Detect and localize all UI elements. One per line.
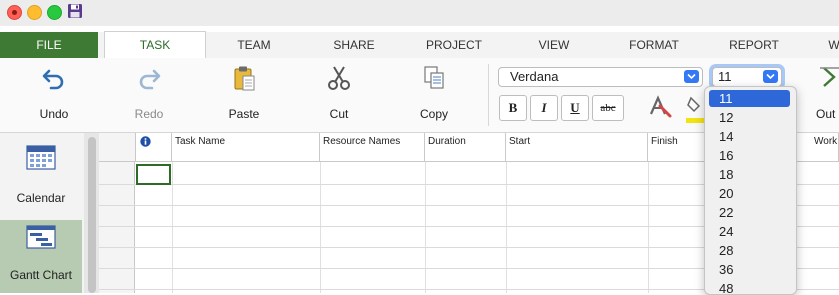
view-calendar-label: Calendar bbox=[16, 191, 66, 205]
outline-icon bbox=[820, 67, 839, 87]
close-window-button[interactable] bbox=[7, 5, 22, 20]
tab-file[interactable]: FILE bbox=[0, 32, 98, 58]
undo-label: Undo bbox=[39, 107, 69, 121]
tab-w[interactable]: W bbox=[804, 32, 839, 58]
column-header-resource-names[interactable]: Resource Names bbox=[320, 133, 425, 162]
italic-button[interactable]: I bbox=[530, 95, 558, 121]
tab-format[interactable]: FORMAT bbox=[604, 32, 704, 58]
tab-project[interactable]: PROJECT bbox=[404, 32, 504, 58]
font-size-option-24[interactable]: 24 bbox=[709, 223, 790, 240]
gantt-chart-icon bbox=[26, 225, 56, 249]
floppy-disk-icon[interactable] bbox=[67, 3, 83, 19]
column-divider bbox=[320, 162, 321, 293]
font-size-option-12[interactable]: 12 bbox=[709, 109, 790, 126]
font-size-option-14[interactable]: 14 bbox=[709, 128, 790, 145]
font-size-option-16[interactable]: 16 bbox=[709, 147, 790, 164]
select-all-corner[interactable] bbox=[99, 133, 136, 162]
view-gantt-chart-label: Gantt Chart bbox=[9, 268, 73, 282]
column-header-start[interactable]: Start bbox=[506, 133, 648, 162]
column-divider bbox=[172, 162, 173, 293]
selected-cell[interactable] bbox=[136, 164, 171, 185]
font-size-value: 11 bbox=[718, 69, 732, 84]
font-size-option-20[interactable]: 20 bbox=[709, 185, 790, 202]
outline-label: Out bbox=[816, 107, 836, 121]
calendar-icon bbox=[26, 145, 56, 170]
highlight-color-icon[interactable] bbox=[686, 94, 706, 124]
column-header-work[interactable]: Work bbox=[794, 133, 839, 162]
font-size-select[interactable]: 11 bbox=[712, 67, 782, 87]
zoom-window-button[interactable] bbox=[47, 5, 62, 20]
paste-button[interactable]: Paste bbox=[204, 58, 284, 128]
minimize-window-button[interactable] bbox=[27, 5, 42, 20]
bold-button[interactable]: B bbox=[499, 95, 527, 121]
font-size-option-28[interactable]: 28 bbox=[709, 242, 790, 259]
font-name-select[interactable]: Verdana bbox=[498, 67, 703, 87]
indicators-column-header[interactable] bbox=[136, 133, 172, 162]
copy-label: Copy bbox=[419, 107, 448, 121]
tab-view[interactable]: VIEW bbox=[504, 32, 604, 58]
view-calendar[interactable]: Calendar bbox=[0, 139, 82, 215]
info-icon bbox=[140, 136, 151, 147]
chevron-down-icon[interactable] bbox=[684, 70, 699, 83]
column-header-duration[interactable]: Duration bbox=[425, 133, 506, 162]
row-headers bbox=[99, 162, 135, 293]
outline-button[interactable]: Out bbox=[800, 58, 839, 128]
ribbon-tabs: FILE TASK TEAM SHARE PROJECT VIEW FORMAT… bbox=[0, 31, 839, 59]
redo-button[interactable]: Redo bbox=[109, 58, 189, 128]
scissors-icon bbox=[328, 66, 350, 90]
cut-label: Cut bbox=[329, 107, 349, 121]
font-size-dropdown: 11 12 14 16 18 20 22 24 28 36 48 bbox=[704, 86, 797, 295]
paste-label: Paste bbox=[228, 107, 260, 121]
view-gantt-chart[interactable]: Gantt Chart bbox=[0, 220, 82, 293]
column-divider bbox=[648, 162, 649, 293]
font-size-option-11[interactable]: 11 bbox=[709, 90, 790, 107]
strikethrough-button[interactable]: abc bbox=[592, 95, 624, 121]
undo-icon bbox=[42, 69, 64, 90]
font-size-option-36[interactable]: 36 bbox=[709, 261, 790, 278]
column-divider bbox=[425, 162, 426, 293]
title-bar bbox=[0, 0, 839, 26]
copy-icon bbox=[424, 66, 444, 89]
column-divider bbox=[506, 162, 507, 293]
font-size-option-22[interactable]: 22 bbox=[709, 204, 790, 221]
ribbon-separator bbox=[488, 64, 489, 126]
redo-icon bbox=[139, 69, 161, 90]
underline-button[interactable]: U bbox=[561, 95, 589, 121]
font-color-icon[interactable] bbox=[646, 94, 672, 120]
copy-button[interactable]: Copy bbox=[394, 58, 474, 128]
column-header-task-name[interactable]: Task Name bbox=[172, 133, 320, 162]
tab-task[interactable]: TASK bbox=[104, 31, 206, 59]
tab-report[interactable]: REPORT bbox=[704, 32, 804, 58]
font-name-value: Verdana bbox=[510, 69, 559, 84]
font-size-option-18[interactable]: 18 bbox=[709, 166, 790, 183]
cut-button[interactable]: Cut bbox=[299, 58, 379, 128]
undo-button[interactable]: Undo bbox=[14, 58, 94, 128]
view-bar: Calendar Gantt Chart bbox=[0, 133, 84, 293]
paste-icon bbox=[234, 66, 255, 91]
chevron-down-icon[interactable] bbox=[763, 70, 778, 83]
tab-team[interactable]: TEAM bbox=[204, 32, 304, 58]
view-bar-scrollbar-thumb[interactable] bbox=[88, 137, 96, 293]
redo-label: Redo bbox=[134, 107, 164, 121]
tab-share[interactable]: SHARE bbox=[304, 32, 404, 58]
